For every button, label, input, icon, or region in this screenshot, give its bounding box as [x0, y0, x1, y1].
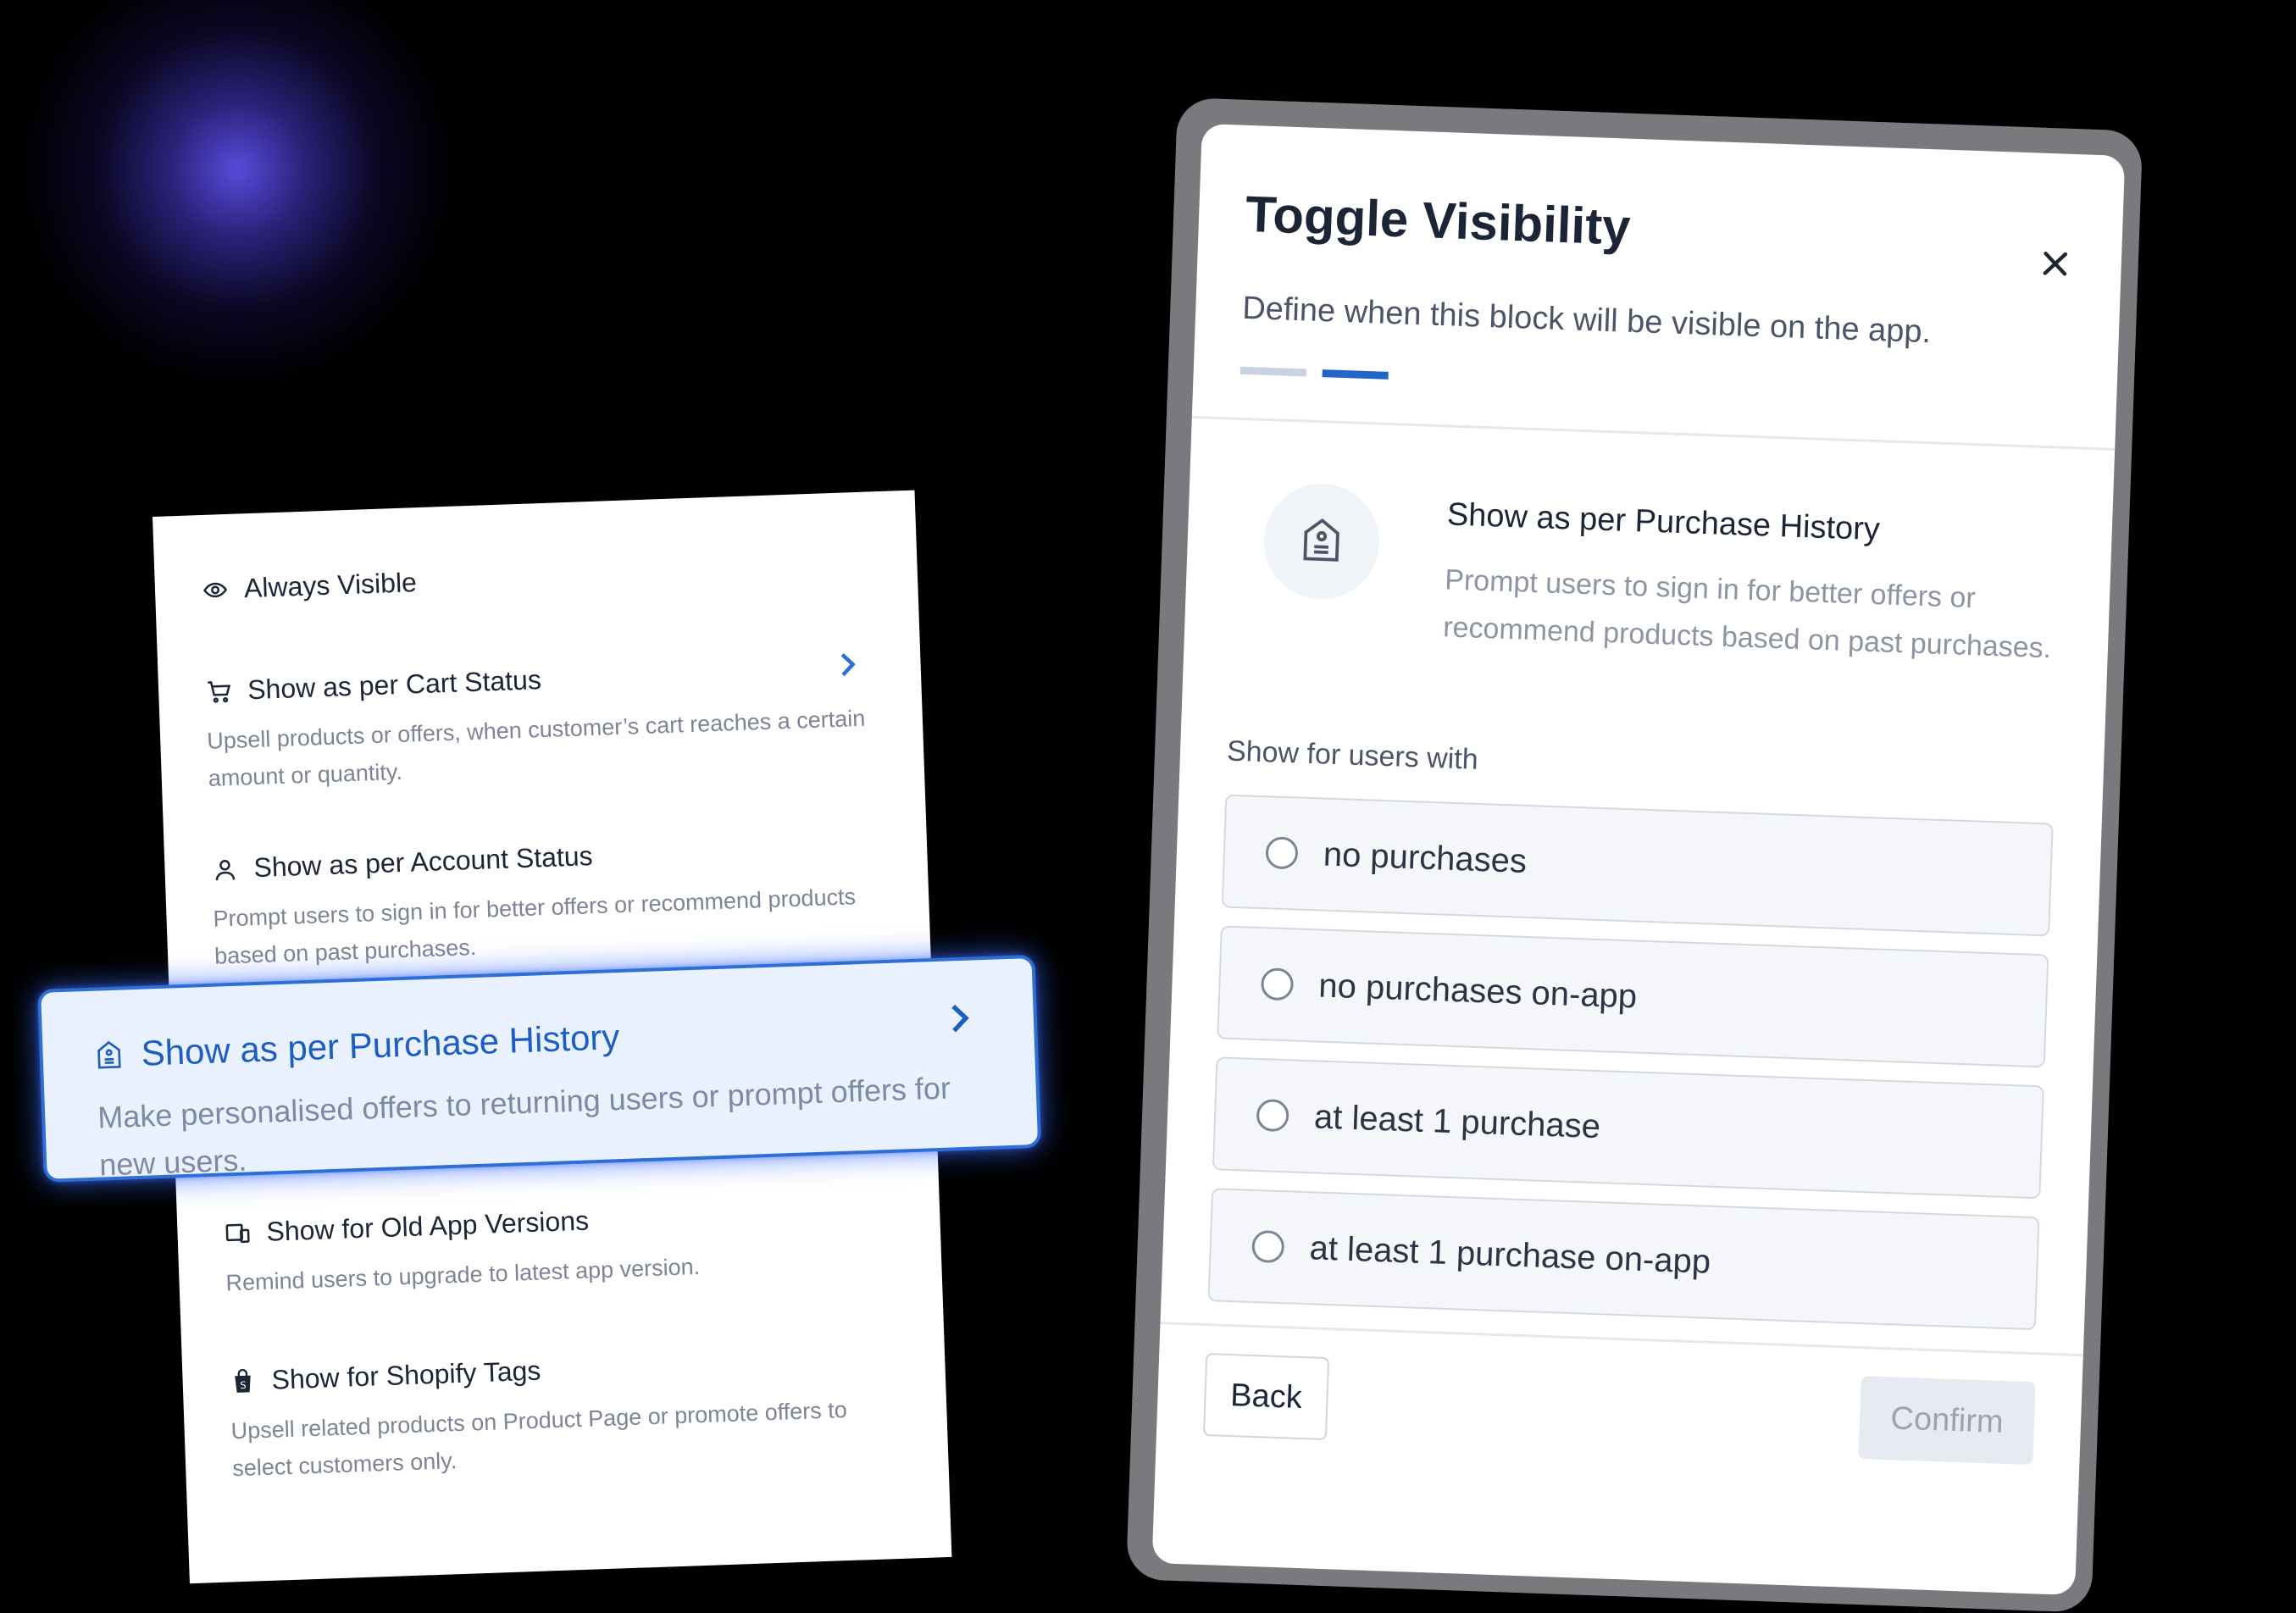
list-item-description: Upsell products or offers, when customer… — [206, 705, 866, 791]
list-item-description: Remind users to upgrade to latest app ve… — [225, 1253, 701, 1296]
eye-icon — [201, 575, 229, 603]
radio-button[interactable] — [1251, 1229, 1285, 1264]
chevron-right-icon[interactable] — [948, 1003, 971, 1039]
list-item-always-visible[interactable]: Always Visible — [201, 551, 871, 606]
user-icon — [211, 855, 239, 883]
list-item-title: Show for Shopify Tags — [271, 1355, 541, 1395]
list-item-old-app-versions[interactable]: Show for Old App Versions Remind users t… — [224, 1195, 896, 1302]
close-icon[interactable] — [2038, 247, 2072, 281]
step-indicator-2-active — [1322, 369, 1389, 380]
devices-icon — [224, 1219, 252, 1247]
confirm-button[interactable]: Confirm — [1858, 1376, 2036, 1466]
cart-icon — [205, 677, 233, 705]
radio-button[interactable] — [1265, 836, 1299, 870]
list-item-description: Upsell related products on Product Page … — [230, 1397, 848, 1482]
radio-option-label: at least 1 purchase — [1313, 1097, 1601, 1145]
radio-option-label: no purchases on-app — [1317, 966, 1638, 1016]
list-item-account-status[interactable]: Show as per Account Status Prompt users … — [211, 830, 885, 974]
radio-button[interactable] — [1260, 967, 1295, 1001]
radio-option-no-purchases-on-app[interactable]: no purchases on-app — [1217, 925, 2049, 1068]
list-item-purchase-history[interactable]: Show as per Purchase History Make person… — [37, 954, 1042, 1183]
tag-icon — [95, 1040, 123, 1069]
modal-title: Toggle Visibility — [1245, 185, 1632, 256]
radio-option-label: no purchases — [1323, 835, 1528, 880]
chevron-right-icon[interactable] — [838, 651, 857, 682]
radio-option-at-least-1-purchase[interactable]: at least 1 purchase — [1212, 1056, 2044, 1200]
shopify-bag-icon: S — [229, 1367, 257, 1395]
list-item-title: Show as per Cart Status — [247, 664, 542, 706]
step-indicator-1 — [1240, 366, 1306, 377]
radio-button[interactable] — [1256, 1098, 1289, 1133]
toggle-visibility-modal: Toggle Visibility Define when this block… — [1151, 124, 2126, 1596]
selected-option-title: Show as per Purchase History — [1446, 496, 1881, 548]
list-item-title: Show for Old App Versions — [265, 1205, 590, 1247]
list-item-title: Always Visible — [243, 567, 418, 604]
list-item-title: Show as per Account Status — [252, 840, 594, 884]
radio-option-label: at least 1 purchase on-app — [1308, 1228, 1711, 1281]
header-divider — [1191, 415, 2116, 451]
selected-option-icon — [1262, 481, 1382, 601]
list-item-title: Show as per Purchase History — [140, 1017, 621, 1073]
back-button[interactable]: Back — [1202, 1353, 1330, 1441]
list-item-shopify-tags[interactable]: S Show for Shopify Tags Upsell related p… — [229, 1343, 902, 1487]
radio-option-at-least-1-purchase-on-app[interactable]: at least 1 purchase on-app — [1207, 1188, 2040, 1331]
device-frame: Toggle Visibility Define when this block… — [1125, 97, 2143, 1613]
list-item-cart-status[interactable]: Show as per Cart Status Upsell products … — [205, 652, 879, 796]
tag-icon — [1300, 515, 1344, 568]
modal-subtitle: Define when this block will be visible o… — [1241, 290, 1932, 351]
svg-text:S: S — [240, 1378, 247, 1390]
selected-option-description: Prompt users to sign in for better offer… — [1442, 563, 2052, 665]
list-item-description: Prompt users to sign in for better offer… — [213, 884, 857, 969]
radio-group-label: Show for users with — [1226, 734, 1479, 776]
background-glow — [17, 0, 458, 390]
radio-option-no-purchases[interactable]: no purchases — [1221, 794, 2054, 937]
